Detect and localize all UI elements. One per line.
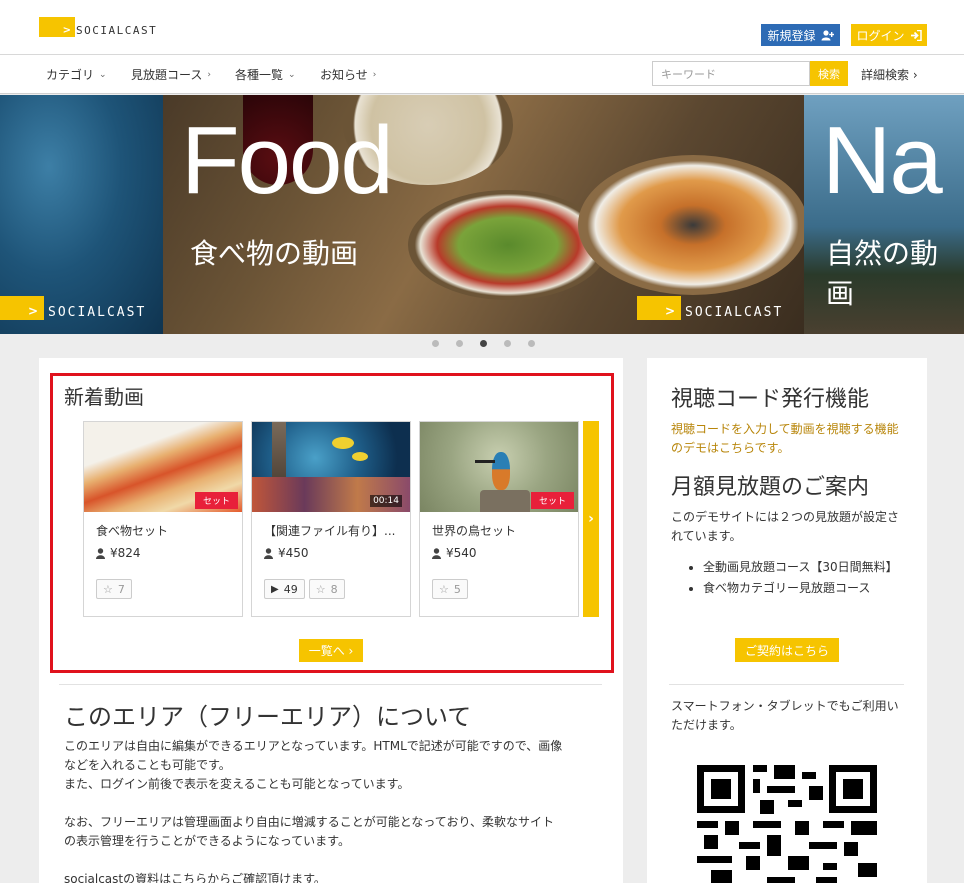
free-area-title: このエリア（フリーエリア）について xyxy=(64,703,472,731)
user-icon xyxy=(264,547,273,559)
favorite-button[interactable]: ☆ 8 xyxy=(308,579,345,599)
search-input[interactable]: キーワード xyxy=(652,61,810,86)
carousel-next-button[interactable]: › xyxy=(583,421,599,617)
play-count-button[interactable]: ▶ 49 xyxy=(264,579,305,599)
favorite-button[interactable]: ☆ 7 xyxy=(96,579,132,599)
qr-code xyxy=(697,765,877,883)
chevron-down-icon: ⌄ xyxy=(99,69,107,80)
free-area-text: などを入れることも可能です。 xyxy=(64,758,231,772)
video-card-price: ¥540 xyxy=(432,546,477,560)
login-label: ログイン xyxy=(856,28,905,43)
register-button[interactable]: 新規登録 xyxy=(761,24,840,46)
set-badge: セット xyxy=(530,492,574,509)
chevron-right-icon: › xyxy=(372,69,377,80)
free-area-text: なお、フリーエリアは管理画面より自由に増減することが可能となっており、柔軟なサイ… xyxy=(64,815,554,829)
login-button[interactable]: ログイン xyxy=(851,24,927,46)
hero-slide-ocean[interactable]: > SOCIALCAST xyxy=(0,95,163,334)
video-card-title[interactable]: 食べ物セット xyxy=(96,522,236,539)
star-icon: ☆ xyxy=(439,582,449,596)
carousel-dot[interactable] xyxy=(431,340,439,347)
new-videos-title: 新着動画 xyxy=(64,385,144,409)
hero-logo: > SOCIALCAST xyxy=(637,296,783,320)
nav-item-lists[interactable]: 各種一覧 ⌄ xyxy=(235,66,296,83)
carousel-dot[interactable] xyxy=(455,340,463,347)
star-icon: ☆ xyxy=(315,582,326,596)
salad-plate-image xyxy=(408,190,608,300)
list-item: 全動画見放題コース【30日間無料】 xyxy=(703,558,903,577)
hero-slide-food[interactable]: Food 食べ物の動画 > SOCIALCAST xyxy=(163,95,808,334)
hero-logo: > SOCIALCAST xyxy=(0,296,146,320)
nav-item-courses[interactable]: 見放題コース › xyxy=(131,66,211,83)
hero-nature-subtitle: 自然の動画 xyxy=(826,237,939,310)
section-divider xyxy=(59,684,602,685)
chevron-right-icon: › xyxy=(207,69,212,80)
qr-code-image xyxy=(697,765,877,883)
list-item: 食べ物カテゴリー見放題コース xyxy=(703,579,903,598)
free-area-text: の表示管理を行うことができるようになっています。 xyxy=(64,834,350,848)
contract-button[interactable]: ご契約はこちら xyxy=(735,638,839,662)
search-button[interactable]: 検索 xyxy=(810,61,848,86)
hero-food-subtitle: 食べ物の動画 xyxy=(190,237,359,270)
advanced-search-link[interactable]: 詳細検索 › xyxy=(861,66,918,83)
header: > SOCIALCAST 新規登録 ログイン xyxy=(0,0,964,55)
section-divider xyxy=(669,684,904,685)
video-card[interactable]: セット 世界の鳥セット ¥540 ☆ 5 xyxy=(419,421,579,617)
chevron-right-icon: › xyxy=(588,511,594,527)
carousel-dot-active[interactable] xyxy=(479,340,487,347)
view-code-title: 視聴コード発行機能 xyxy=(671,387,870,412)
free-area-text: このエリアは自由に編集ができるエリアとなっています。HTMLで記述が可能ですので… xyxy=(64,739,563,753)
video-card[interactable]: セット 食べ物セット ¥824 ☆ 7 xyxy=(83,421,243,617)
chevron-down-icon: ⌄ xyxy=(288,69,296,80)
video-card-title[interactable]: 世界の鳥セット xyxy=(432,522,572,539)
carousel-dot[interactable] xyxy=(527,340,535,347)
monthly-plan-text: このデモサイトには２つの見放題が設定されています。 xyxy=(671,510,900,543)
favorite-button[interactable]: ☆ 5 xyxy=(432,579,468,599)
user-plus-icon xyxy=(821,29,834,40)
star-icon: ☆ xyxy=(103,582,113,596)
nav-item-news[interactable]: お知らせ › xyxy=(320,66,376,83)
logo-mark: > xyxy=(39,17,75,37)
video-card-price: ¥450 xyxy=(264,546,309,560)
carousel-dots xyxy=(0,340,964,350)
sign-in-icon xyxy=(910,29,922,41)
logo-text: SOCIALCAST xyxy=(76,24,158,37)
nav-item-category[interactable]: カテゴリ ⌄ xyxy=(46,66,107,83)
video-duration: 00:14 xyxy=(370,495,402,507)
carousel-dot[interactable] xyxy=(503,340,511,347)
play-icon: ▶ xyxy=(271,583,279,595)
register-label: 新規登録 xyxy=(767,28,816,43)
course-list: 全動画見放題コース【30日間無料】 食べ物カテゴリー見放題コース xyxy=(703,558,903,600)
user-icon xyxy=(96,547,105,559)
main-nav: カテゴリ ⌄ 見放題コース › 各種一覧 ⌄ お知らせ › キーワード 検索 詳細検索 … xyxy=(0,55,964,94)
free-area-text: また、ログイン前後で表示を変えることも可能となっています。 xyxy=(64,777,410,791)
video-card-title[interactable]: 【関連ファイル有り】... xyxy=(264,522,404,539)
hero-carousel[interactable]: > SOCIALCAST Food 食べ物の動画 > SOCIALCAST Na… xyxy=(0,95,964,334)
set-badge: セット xyxy=(194,492,238,509)
hero-nature-title: Na xyxy=(822,107,943,214)
user-icon xyxy=(432,547,441,559)
pasta-plate-image xyxy=(578,155,808,295)
video-card-price: ¥824 xyxy=(96,546,141,560)
view-code-demo-link[interactable]: 視聴コードを入力して動画を視聴する機能のデモはこちらです。 xyxy=(671,420,906,458)
mobile-text: スマートフォン・タブレットでもご利用いただけます。 xyxy=(671,699,899,732)
hero-food-title: Food xyxy=(181,107,394,214)
video-card[interactable]: 00:14 【関連ファイル有り】... ¥450 ▶ 49 ☆ 8 xyxy=(251,421,411,617)
view-all-button[interactable]: 一覧へ › xyxy=(299,639,363,662)
monthly-plan-title: 月額見放題のご案内 xyxy=(671,475,870,500)
site-logo[interactable]: > SOCIALCAST xyxy=(39,17,157,37)
free-area-text: socialcastの資料はこちらからご確認頂けます。 xyxy=(64,872,326,883)
hero-slide-nature[interactable]: Na 自然の動画 xyxy=(804,95,964,334)
